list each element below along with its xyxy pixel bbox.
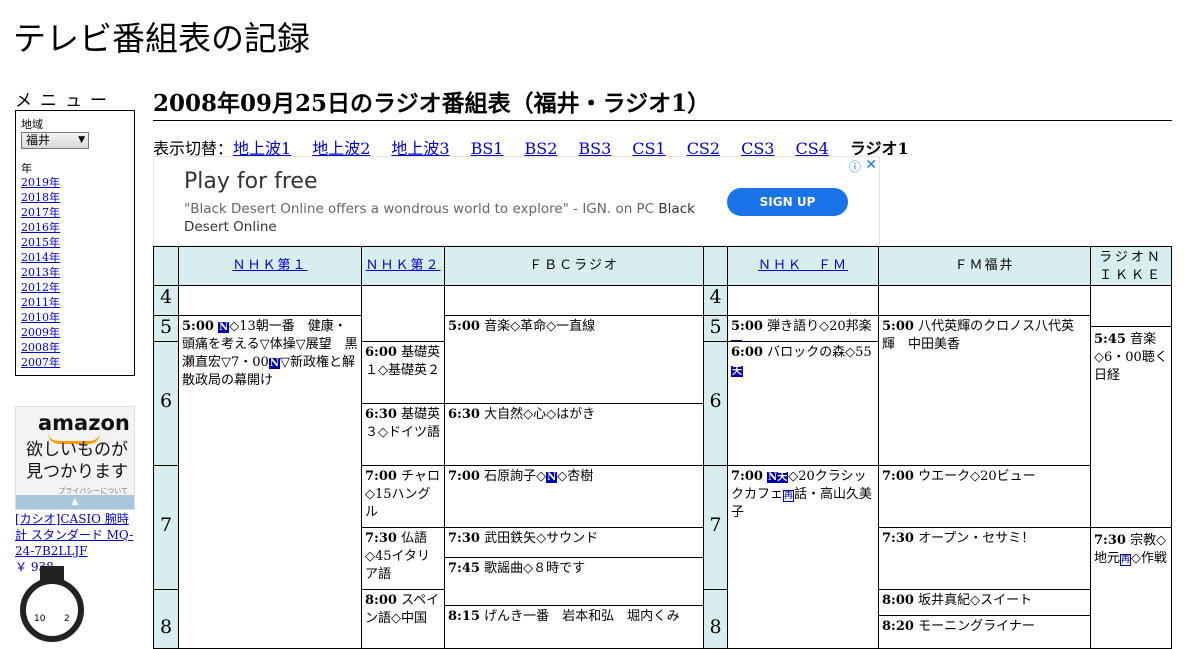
channel-link-nhk1[interactable]: ＮＨＫ第１ <box>232 258 307 273</box>
program-time: 6:00 <box>731 345 763 360</box>
program-time: 6:00 <box>365 345 397 360</box>
program-empty <box>178 285 362 316</box>
program-time: 7:00 <box>731 469 763 484</box>
program-empty <box>727 285 879 316</box>
channel-header-nhkfm[interactable]: ＮＨＫ ＦＭ <box>727 246 879 286</box>
program-time: 5:00 <box>731 319 763 334</box>
hour-label-5: 5 <box>153 315 179 342</box>
hour-label-right-4: 4 <box>703 285 728 316</box>
program-empty <box>878 285 1091 316</box>
program-fbc-0630: 6:30 大自然◇心◇はがき <box>444 403 704 466</box>
program-title: 大自然◇心◇はがき <box>484 407 596 422</box>
program-title: バロックの森◇55 <box>767 345 872 360</box>
program-fbc-0730: 7:30 武田鉄矢◇サウンド <box>444 527 704 558</box>
rerun-badge-icon: 再 <box>783 490 795 502</box>
hour-label-right-5: 5 <box>703 315 728 342</box>
program-time: 7:30 <box>1094 533 1126 548</box>
program-title: 武田鉄矢◇サウンド <box>484 531 599 546</box>
program-nhk2-0800: 8:00 スペイン語◇中国 <box>361 589 445 649</box>
program-time: 6:30 <box>365 407 397 422</box>
program-nhk2-0630: 6:30 基礎英３◇ドイツ語 <box>361 403 445 466</box>
program-empty <box>444 285 704 316</box>
program-nhkfm-0500: 5:00 弾き語り◇20邦楽再 <box>727 315 879 342</box>
program-time: 8:15 <box>448 609 480 624</box>
channel-header-nhk1[interactable]: ＮＨＫ第１ <box>178 246 362 286</box>
program-title: 坂井真紀◇スイート <box>918 593 1033 608</box>
news-weather-badge-icon: N天 <box>767 472 789 483</box>
program-time: 8:00 <box>365 593 397 608</box>
program-title: ウエーク◇20ビュー <box>918 469 1036 484</box>
program-fbc-0700: 7:00 石原詢子◇N◇杏樹 <box>444 465 704 528</box>
program-fbc-0745: 7:45 歌謡曲◇８時です <box>444 557 704 606</box>
hour-label-6: 6 <box>153 341 179 466</box>
program-title: ◇杏樹 <box>557 469 594 484</box>
hour-label-right-6: 6 <box>703 341 728 466</box>
program-fmfukui-0820: 8:20 モーニングライナー <box>878 615 1091 649</box>
hour-label-4: 4 <box>153 285 179 316</box>
program-empty <box>1090 285 1172 327</box>
program-time: 5:00 <box>882 319 914 334</box>
program-time: 8:00 <box>882 593 914 608</box>
program-nhk2-0600: 6:00 基礎英１◇基礎英２ <box>361 341 445 404</box>
channel-header-nikkei: ラジオＮＩＫＫＥＩ <box>1090 246 1172 286</box>
channel-link-nhkfm[interactable]: ＮＨＫ ＦＭ <box>758 258 848 273</box>
schedule-grid: ＮＨＫ第１ ＮＨＫ第２ ＦＢＣラジオ ＮＨＫ ＦＭ ＦＭ福井 ラジオＮＩＫＫＥＩ… <box>0 0 1200 649</box>
program-fmfukui-0730: 7:30 オープン・セサミ！ <box>878 527 1091 590</box>
program-title: モーニングライナー <box>918 619 1035 634</box>
program-nhkfm-0700: 7:00 N天◇20クラシックカフェ再話・高山久美子 <box>727 465 879 649</box>
program-nhk1-0500: 5:00 N◇13朝一番 健康・頭痛を考える▽体操▽展望 黒瀬直宏▽7・00N▽… <box>178 315 362 649</box>
weather-badge-icon: 天 <box>731 366 743 377</box>
program-time: 5:00 <box>448 319 480 334</box>
program-empty <box>361 285 445 342</box>
program-nhkfm-0600: 6:00 バロックの森◇55 天 <box>727 341 879 466</box>
news-badge-icon: N <box>546 472 558 483</box>
header-corner-left <box>153 246 179 286</box>
hour-label-right-8: 8 <box>703 589 728 649</box>
hour-label-8: 8 <box>153 589 179 649</box>
news-badge-icon: N <box>218 322 230 333</box>
program-fbc-0815: 8:15 げんき一番 岩本和弘 堀内くみ <box>444 605 704 649</box>
program-time: 7:00 <box>365 469 397 484</box>
program-nikkei-0730: 7:30 宗教◇地元再◇作戦 <box>1090 527 1172 649</box>
program-time: 6:30 <box>448 407 480 422</box>
news-badge-icon: N <box>268 358 280 369</box>
program-title: 石原詢子◇ <box>484 469 547 484</box>
program-title: 音楽◇革命◇一直線 <box>484 319 596 334</box>
channel-header-fmfukui: ＦＭ福井 <box>878 246 1091 286</box>
program-nikkei-0545: 5:45 音楽◇6・00聴く日経 <box>1090 326 1172 528</box>
channel-header-nhk2[interactable]: ＮＨＫ第２ <box>361 246 445 286</box>
program-time: 7:00 <box>882 469 914 484</box>
header-corner-right <box>703 246 728 286</box>
program-time: 7:00 <box>448 469 480 484</box>
hour-label-right-7: 7 <box>703 465 728 590</box>
hour-label-7: 7 <box>153 465 179 590</box>
program-time: 7:30 <box>448 531 480 546</box>
program-title: 弾き語り◇20邦楽 <box>767 319 872 334</box>
program-title: ◇作戦 <box>1131 551 1168 566</box>
program-fbc-0500: 5:00 音楽◇革命◇一直線 <box>444 315 704 404</box>
program-time: 5:45 <box>1094 332 1126 347</box>
program-time: 5:00 <box>182 319 214 334</box>
program-fmfukui-0700: 7:00 ウエーク◇20ビュー <box>878 465 1091 528</box>
program-title: げんき一番 岩本和弘 堀内くみ <box>484 609 680 624</box>
program-fmfukui-0500: 5:00 八代英輝のクロノス八代英輝 中田美香 <box>878 315 1091 466</box>
program-time: 7:45 <box>448 561 480 576</box>
rerun-badge-icon: 再 <box>1120 554 1132 566</box>
program-title: オープン・セサミ！ <box>918 531 1035 546</box>
channel-link-nhk2[interactable]: ＮＨＫ第２ <box>365 258 440 273</box>
program-time: 7:30 <box>365 531 397 546</box>
program-fmfukui-0800: 8:00 坂井真紀◇スイート <box>878 589 1091 616</box>
program-time: 8:20 <box>882 619 914 634</box>
program-nhk2-0700: 7:00 チャロ◇15ハングル <box>361 465 445 528</box>
program-title: 歌謡曲◇８時です <box>484 561 586 576</box>
program-nhk2-0730: 7:30 仏語◇45イタリア語 <box>361 527 445 590</box>
program-time: 7:30 <box>882 531 914 546</box>
channel-header-fbc: ＦＢＣラジオ <box>444 246 704 286</box>
